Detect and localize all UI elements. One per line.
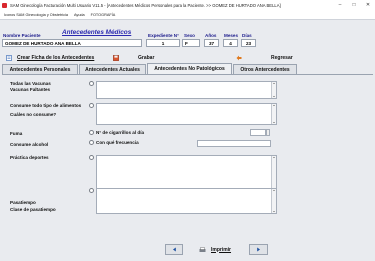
patient-label: Nombre Paciente xyxy=(3,33,41,38)
vaccines-scrollbar[interactable] xyxy=(271,82,276,98)
window-title: SAM Ginecología Facturación Multi Usuari… xyxy=(10,2,281,8)
form-area: Antecedentes Médicos Nombre Paciente GOM… xyxy=(0,19,375,261)
months-field[interactable]: 4 xyxy=(223,39,238,47)
food-which-textarea[interactable] xyxy=(96,103,277,125)
back-button[interactable]: Regresar xyxy=(236,53,293,63)
cigarettes-input[interactable] xyxy=(250,129,266,136)
sex-label: Sexo xyxy=(184,33,195,38)
title-bar: SAM Ginecología Facturación Multi Usuari… xyxy=(0,0,375,10)
alcohol-radio[interactable] xyxy=(89,140,94,145)
menu-item-help[interactable]: Ayuda xyxy=(74,13,85,17)
years-label: Años xyxy=(205,33,217,38)
form-title: Antecedentes Médicos xyxy=(62,29,132,36)
vaccines-missing-label: Vacunas Faltantes xyxy=(10,87,51,92)
menu-item-icons[interactable]: Iconos SAM Ginecología y Obstetricia xyxy=(4,13,68,17)
next-icon xyxy=(257,247,260,252)
smoke-radio[interactable] xyxy=(89,130,94,135)
tab-strip: Antecedentes Personales Antecedentes Act… xyxy=(2,63,373,75)
save-label: Grabar xyxy=(138,55,155,61)
maximize-icon[interactable]: □ xyxy=(347,0,361,10)
footer-nav: Imprimir xyxy=(0,244,375,256)
tab-otros[interactable]: Otros Antercedentes xyxy=(233,64,297,74)
days-label: Días xyxy=(242,33,252,38)
close-icon[interactable]: ✕ xyxy=(361,0,375,10)
vaccines-radio[interactable] xyxy=(89,81,94,86)
vaccines-missing-textarea[interactable] xyxy=(96,81,277,99)
months-label: Meses xyxy=(224,33,239,38)
create-record-label: Crear Ficha de los Antecedentes xyxy=(17,55,95,61)
menu-bar: Iconos SAM Ginecología y Obstetricia Ayu… xyxy=(0,10,375,19)
years-field[interactable]: 37 xyxy=(204,39,219,47)
frequency-label: Con qué frecuencia xyxy=(96,140,139,145)
prev-icon xyxy=(172,247,176,252)
record-label: Expediente N° xyxy=(148,33,179,38)
menu-item-photo[interactable]: FOTOGRAFÍA xyxy=(91,13,116,17)
hobby-textarea[interactable] xyxy=(96,188,277,214)
print-label: Imprimir xyxy=(211,246,232,253)
sports-label: Práctica deportes xyxy=(10,155,49,160)
window-controls: – □ ✕ xyxy=(333,0,375,10)
app-icon xyxy=(2,2,7,8)
hobby-radio[interactable] xyxy=(89,188,94,193)
back-label: Regresar xyxy=(271,55,293,61)
food-radio[interactable] xyxy=(89,103,94,108)
food-label: Consume todo tipo de alimentos xyxy=(10,103,82,108)
food-scrollbar[interactable] xyxy=(271,104,276,124)
create-record-button[interactable]: Crear Ficha de los Antecedentes xyxy=(6,53,94,63)
tab-actuales[interactable]: Antecedentes Actuales xyxy=(79,64,146,74)
patient-name-field[interactable]: GOMEZ DE HURTADO ANA BELLA xyxy=(2,39,142,47)
days-field[interactable]: 23 xyxy=(241,39,256,47)
next-button[interactable] xyxy=(249,244,268,255)
hobby-type-label: Clase de pasatiempo xyxy=(10,207,56,212)
tab-personales[interactable]: Antecedentes Personales xyxy=(2,64,78,74)
hobby-scrollbar[interactable] xyxy=(271,189,276,213)
vaccines-label: Todas las Vacunas xyxy=(10,81,51,86)
sex-field[interactable]: F xyxy=(182,39,200,47)
prev-button[interactable] xyxy=(165,244,183,255)
minimize-icon[interactable]: – xyxy=(333,0,347,10)
print-button[interactable]: Imprimir xyxy=(199,244,231,255)
cigarettes-label: N° de cigarrillos al día xyxy=(96,130,145,135)
frequency-input[interactable] xyxy=(197,140,271,147)
create-record-icon xyxy=(6,55,12,61)
save-icon xyxy=(113,55,119,61)
cigarettes-stepper[interactable] xyxy=(266,129,270,136)
tab-no-patologicos[interactable]: Antecedentes No Patológicos xyxy=(147,63,232,74)
record-field[interactable]: 1 xyxy=(146,39,180,47)
back-icon xyxy=(236,55,242,61)
alcohol-label: Consume alcohol xyxy=(10,142,49,147)
smoke-label: Fuma xyxy=(10,131,23,136)
hobby-label: Pasatiempo xyxy=(10,200,36,205)
save-button[interactable]: Grabar xyxy=(113,53,163,63)
food-which-label: Cuáles no consume? xyxy=(10,112,57,117)
print-icon xyxy=(199,246,206,252)
sports-radio[interactable] xyxy=(89,155,94,160)
